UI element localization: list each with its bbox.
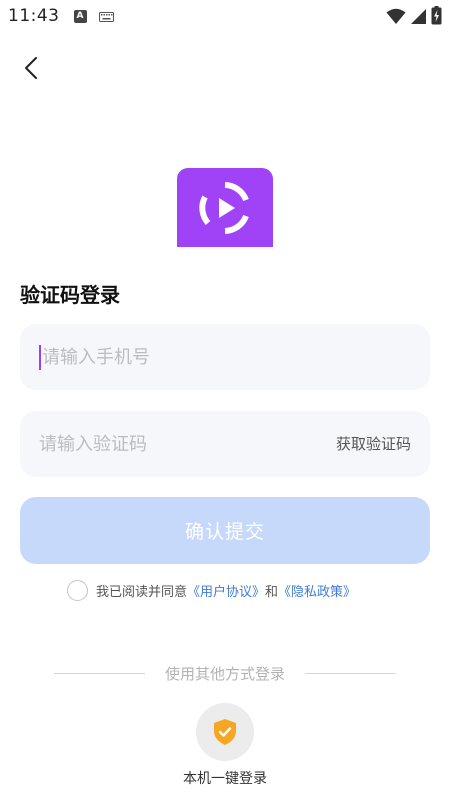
agreement-and: 和 bbox=[265, 584, 279, 600]
phone-field[interactable] bbox=[20, 324, 430, 390]
one-key-login-label[interactable]: 本机一键登录 bbox=[0, 768, 450, 788]
app-logo-play-icon bbox=[199, 181, 249, 234]
user-agreement-link[interactable]: 《用户协议》 bbox=[187, 581, 265, 600]
app-logo bbox=[177, 168, 273, 247]
wifi-icon bbox=[386, 8, 406, 24]
privacy-policy-link[interactable]: 《隐私政策》 bbox=[278, 581, 356, 600]
text-cursor bbox=[39, 344, 41, 370]
get-code-button[interactable]: 获取验证码 bbox=[336, 433, 411, 454]
keyboard-icon bbox=[98, 11, 114, 22]
other-login-divider: 使用其他方式登录 bbox=[54, 663, 397, 683]
status-icons bbox=[386, 6, 442, 25]
agreement-prefix: 我已阅读并同意 bbox=[96, 584, 188, 600]
back-button[interactable] bbox=[16, 53, 46, 83]
chevron-left-icon bbox=[25, 57, 37, 79]
agreement-row: 我已阅读并同意 《用户协议》 和 《隐私政策》 bbox=[67, 579, 356, 601]
divider-line-left bbox=[54, 672, 145, 674]
battery-charging-icon bbox=[431, 6, 442, 25]
phone-input[interactable] bbox=[42, 346, 302, 368]
divider-line-right bbox=[305, 672, 397, 674]
one-key-login-button[interactable] bbox=[196, 703, 254, 761]
agreement-checkbox[interactable] bbox=[67, 579, 88, 601]
status-bar: 11:43 A bbox=[0, 0, 450, 32]
other-login-text: 使用其他方式登录 bbox=[165, 664, 286, 683]
verification-code-input[interactable] bbox=[39, 433, 299, 455]
accessibility-badge-icon: A bbox=[73, 9, 87, 23]
verification-code-field[interactable]: 获取验证码 bbox=[20, 411, 430, 477]
submit-button[interactable]: 确认提交 bbox=[20, 497, 430, 564]
shield-check-icon bbox=[214, 719, 236, 745]
page-title: 验证码登录 bbox=[20, 283, 120, 307]
status-time: 11:43 bbox=[8, 6, 60, 26]
signal-icon bbox=[411, 8, 426, 24]
